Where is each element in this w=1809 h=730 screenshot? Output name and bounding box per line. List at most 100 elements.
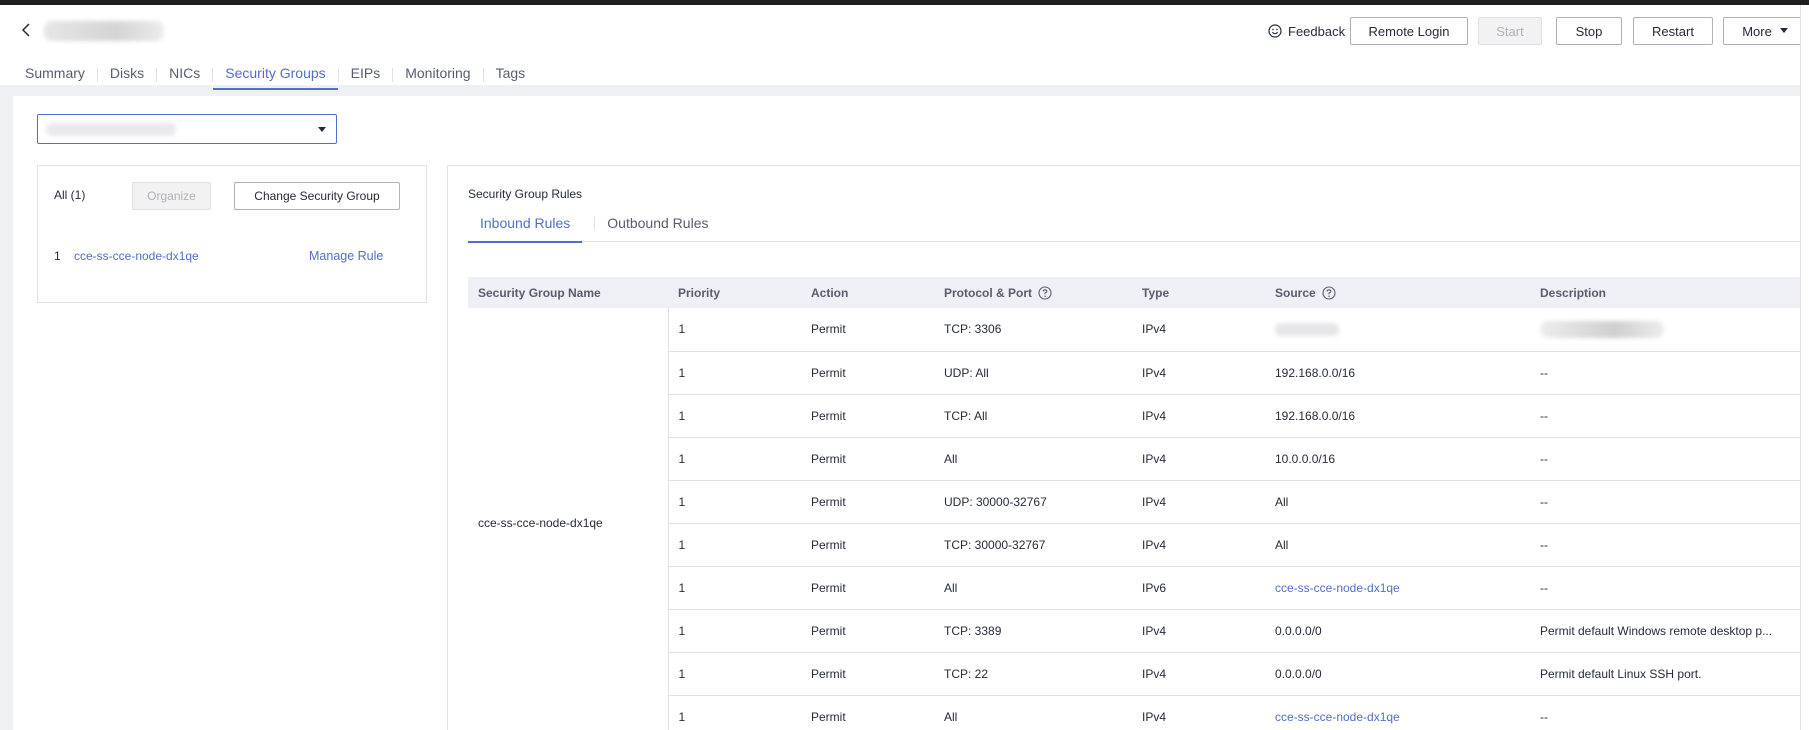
description-cell: -- [1530,695,1801,730]
type-cell: IPv4 [1132,351,1265,395]
table-row: 1 Permit All IPv6 cce-ss-cce-node-dx1qe … [468,566,1801,610]
instance-name-redacted [44,21,164,41]
security-group-link[interactable]: cce-ss-cce-node-dx1qe [74,249,199,263]
column-header-label: Protocol & Port [944,285,1033,300]
protocol-port-cell: TCP: 3389 [934,609,1132,653]
tab-disks[interactable]: Disks [98,59,156,90]
source-cell: 192.168.0.0/16 [1265,351,1530,395]
rules-subtabs: Inbound Rules Outbound Rules [468,212,1801,243]
type-cell: IPv6 [1132,566,1265,610]
help-icon[interactable] [1038,285,1052,300]
action-cell: Permit [801,652,934,696]
column-header: Action [801,277,934,308]
nic-select[interactable] [37,114,337,144]
action-cell: Permit [801,566,934,610]
stop-button[interactable]: Stop [1556,17,1622,45]
action-cell: Permit [801,523,934,567]
action-cell: Permit [801,695,934,730]
source-cell: cce-ss-cce-node-dx1qe [1265,695,1530,730]
organize-button[interactable]: Organize [132,182,211,210]
description-cell: -- [1530,351,1801,395]
page-scrollbar[interactable] [1800,5,1809,730]
description-cell [1530,308,1801,352]
protocol-port-cell: All [934,695,1132,730]
tab-nics[interactable]: NICs [157,59,212,90]
description-cell: -- [1530,437,1801,481]
tab-summary[interactable]: Summary [0,59,97,90]
priority-cell: 1 [668,566,801,610]
start-button[interactable]: Start [1478,17,1542,45]
priority-cell: 1 [668,394,801,438]
source-security-group-link[interactable]: cce-ss-cce-node-dx1qe [1275,710,1400,724]
table-row: 1 Permit TCP: 3389 IPv4 0.0.0.0/0 Permit… [468,609,1801,653]
column-header: Priority [668,277,801,308]
manage-rule-link[interactable]: Manage Rule [309,249,383,263]
source-cell [1265,308,1530,352]
page-header: Feedback Remote Login Start Stop Restart… [0,5,1809,90]
security-group-list-panel: All (1) Organize Change Security Group 1… [37,165,427,303]
all-count-label: All (1) [54,188,86,202]
priority-cell: 1 [668,308,801,352]
source-cell: 10.0.0.0/16 [1265,437,1530,481]
table-row: 1 Permit TCP: 22 IPv4 0.0.0.0/0 Permit d… [468,652,1801,696]
table-row: 1 Permit UDP: 30000-32767 IPv4 All -- [468,480,1801,524]
tab-inbound-rules[interactable]: Inbound Rules [468,212,583,243]
description-redacted [1540,320,1664,338]
protocol-port-cell: TCP: 22 [934,652,1132,696]
caret-down-icon [318,127,326,132]
type-cell: IPv4 [1132,480,1265,524]
source-cell: All [1265,480,1530,524]
feedback-label: Feedback [1288,23,1346,39]
feedback-link[interactable]: Feedback [1268,17,1345,45]
column-header-source: Source [1265,277,1530,308]
protocol-port-cell: UDP: 30000-32767 [934,480,1132,524]
type-cell: IPv4 [1132,394,1265,438]
source-security-group-link[interactable]: cce-ss-cce-node-dx1qe [1275,581,1400,595]
source-cell: 0.0.0.0/0 [1265,652,1530,696]
column-header: Type [1132,277,1265,308]
table-row: 1 Permit All IPv4 cce-ss-cce-node-dx1qe … [468,695,1801,730]
table-row: 1 Permit TCP: 30000-32767 IPv4 All -- [468,523,1801,567]
type-cell: IPv4 [1132,437,1265,481]
tab-divider [594,216,596,230]
tab-outbound-rules[interactable]: Outbound Rules [607,212,720,242]
type-cell: IPv4 [1132,652,1265,696]
action-cell: Permit [801,308,934,352]
priority-cell: 1 [668,523,801,567]
table-header-row: Security Group Name Priority Action Prot… [468,277,1801,308]
description-cell: -- [1530,394,1801,438]
type-cell: IPv4 [1132,308,1265,352]
description-cell: -- [1530,566,1801,610]
protocol-port-cell: All [934,566,1132,610]
help-icon[interactable] [1322,285,1336,300]
description-cell: -- [1530,480,1801,524]
description-cell: -- [1530,523,1801,567]
protocol-port-cell: All [934,437,1132,481]
action-cell: Permit [801,351,934,395]
description-cell: Permit default Windows remote desktop p.… [1530,609,1801,653]
source-cell: cce-ss-cce-node-dx1qe [1265,566,1530,610]
tab-security-groups[interactable]: Security Groups [213,59,339,90]
change-security-group-button[interactable]: Change Security Group [234,182,400,210]
restart-button[interactable]: Restart [1633,17,1713,45]
priority-cell: 1 [668,351,801,395]
table-row: 1 Permit TCP: All IPv4 192.168.0.0/16 -- [468,394,1801,438]
tab-monitoring[interactable]: Monitoring [393,59,482,90]
security-group-rules-panel: Security Group Rules Inbound Rules Outbo… [447,165,1801,730]
source-redacted [1275,323,1339,337]
type-cell: IPv4 [1132,609,1265,653]
priority-cell: 1 [668,480,801,524]
protocol-port-cell: TCP: All [934,394,1132,438]
tab-eips[interactable]: EIPs [339,59,393,90]
column-header: Description [1530,277,1801,308]
column-header-protocol-port: Protocol & Port [934,277,1132,308]
rules-panel-title: Security Group Rules [468,187,583,201]
action-cell: Permit [801,437,934,481]
tab-tags[interactable]: Tags [484,59,538,90]
detail-tabs: Summary Disks NICs Security Groups EIPs … [0,59,537,90]
remote-login-button[interactable]: Remote Login [1350,17,1468,45]
back-arrow-icon[interactable] [20,21,34,39]
action-cell: Permit [801,394,934,438]
source-cell: 0.0.0.0/0 [1265,609,1530,653]
more-button[interactable]: More [1723,17,1807,45]
